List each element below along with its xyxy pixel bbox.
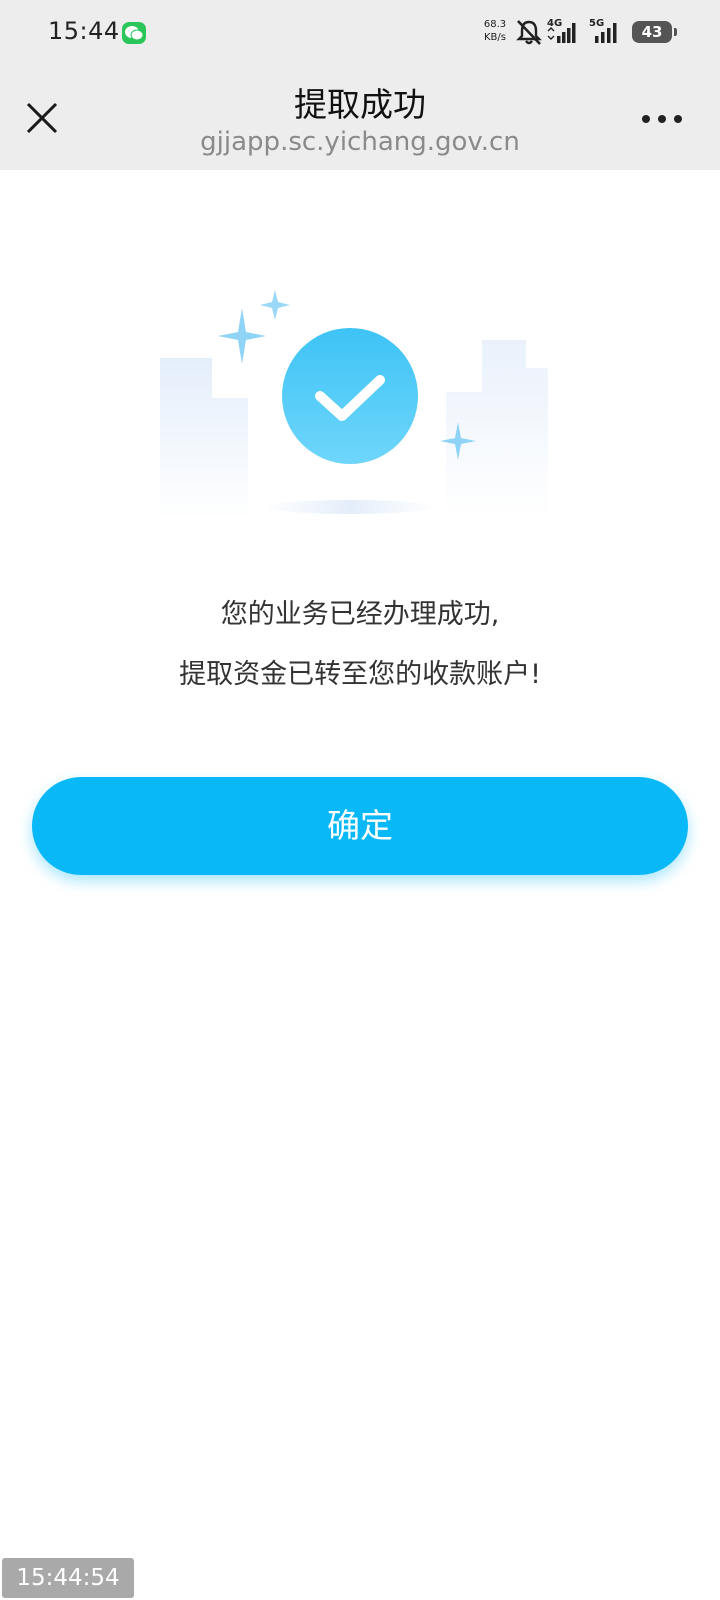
- check-circle: [282, 328, 418, 464]
- wechat-notification-icon: [122, 22, 146, 44]
- battery-indicator: 43: [632, 21, 677, 43]
- success-illustration-graphic: [160, 290, 548, 518]
- signal-5g-icon: 5G: [589, 17, 619, 49]
- status-time: 15:44: [48, 17, 120, 45]
- signal-4g-icon: 4G: [547, 17, 577, 49]
- signal-4g-label: 4G: [547, 18, 562, 29]
- web-view-header: 提取成功 gjjapp.sc.yichang.gov.cn: [0, 66, 720, 170]
- page-url: gjjapp.sc.yichang.gov.cn: [200, 127, 520, 157]
- status-bar: 15:44 68.3 KB/s 4G 5G 43: [0, 0, 720, 66]
- screenshot-timestamp: 15:44:54: [2, 1558, 134, 1598]
- network-speed-value: 68.3: [483, 19, 507, 30]
- network-speed: 68.3 KB/s: [478, 18, 512, 44]
- success-illustration: [160, 288, 560, 528]
- sparkle-large: [218, 308, 266, 364]
- confirm-button[interactable]: 确定: [32, 777, 688, 875]
- right-buildings: [446, 340, 548, 518]
- page-title: 提取成功: [294, 85, 426, 124]
- success-message-line-1: 您的业务已经办理成功,: [220, 599, 500, 630]
- left-buildings: [160, 358, 248, 518]
- mute-bell-icon: [514, 18, 544, 50]
- success-message-line-2: 提取资金已转至您的收款账户!: [179, 659, 541, 690]
- sparkle-small-top: [260, 290, 290, 320]
- more-options-icon[interactable]: [640, 114, 684, 126]
- network-speed-unit: KB/s: [484, 32, 506, 43]
- ground-shadow: [268, 500, 432, 514]
- signal-5g-label: 5G: [589, 18, 604, 29]
